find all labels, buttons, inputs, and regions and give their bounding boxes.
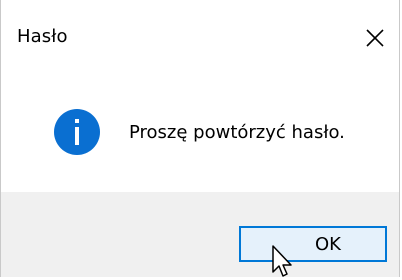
ok-button[interactable]: OK xyxy=(239,226,387,262)
title-bar: Hasło xyxy=(1,0,399,78)
info-icon xyxy=(54,109,100,155)
dialog-title: Hasło xyxy=(17,26,68,47)
button-bar: OK xyxy=(1,192,399,277)
message-dialog: Hasło Proszę powtórzyć hasło. OK xyxy=(0,0,400,277)
close-icon xyxy=(366,29,384,47)
dialog-content: Proszę powtórzyć hasło. xyxy=(1,78,399,192)
close-button[interactable] xyxy=(355,18,395,58)
ok-button-label: OK xyxy=(315,233,341,255)
dialog-message: Proszę powtórzyć hasło. xyxy=(129,122,345,143)
